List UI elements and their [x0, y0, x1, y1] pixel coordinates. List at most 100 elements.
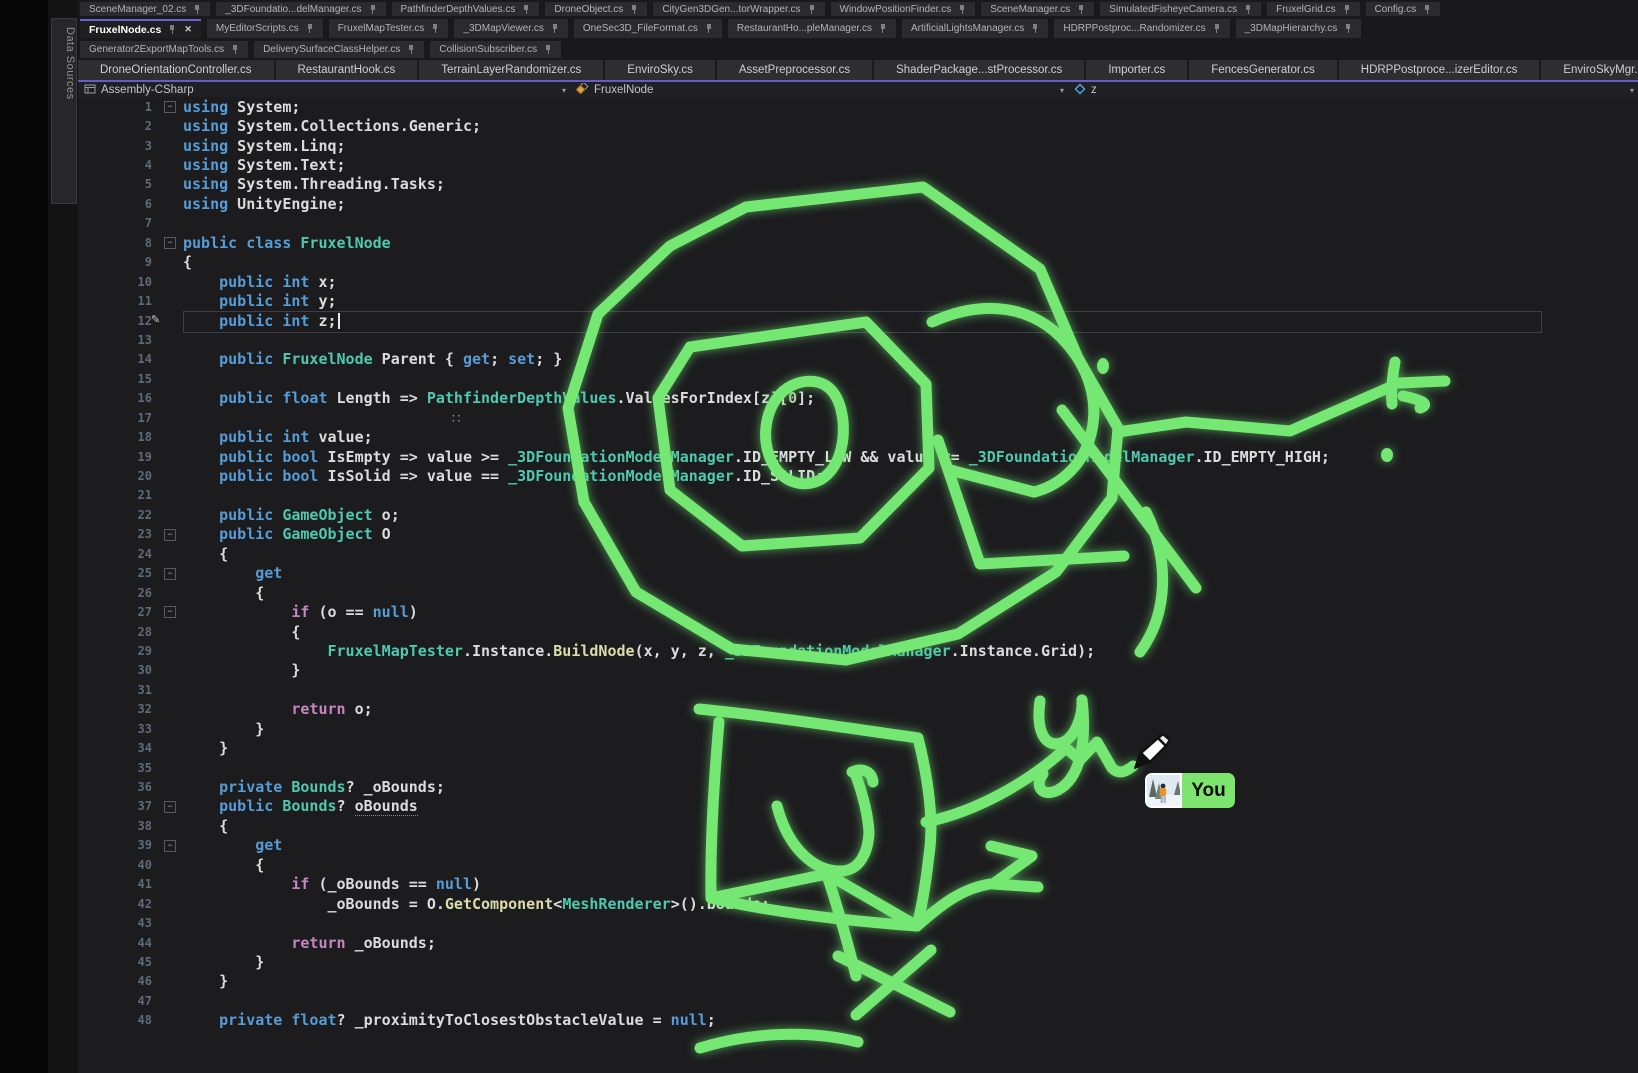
doc-tab-HDRPPostproce...izerEditor.cs[interactable]: HDRPPostproce...izerEditor.cs [1339, 60, 1542, 80]
breadcrumb-project[interactable]: Assembly-CSharp ▾ [78, 82, 570, 98]
tab-FruxelNode.cs[interactable]: FruxelNode.cs✕ [80, 19, 201, 38]
code-line-45[interactable]: 45 } [78, 952, 1638, 971]
pin-icon[interactable] [808, 4, 816, 15]
close-icon[interactable]: ✕ [184, 24, 192, 35]
code-line-40[interactable]: 40 { [78, 855, 1638, 874]
tab-ArtificialLightsManager.cs[interactable]: ArtificialLightsManager.cs [902, 19, 1048, 38]
pin-icon[interactable] [1244, 4, 1252, 15]
tab-SceneManager.cs[interactable]: SceneManager.cs [981, 2, 1094, 16]
doc-tab-EnviroSky.cs[interactable]: EnviroSky.cs [605, 60, 717, 80]
tab-DeliverySurfaceClassHelper.cs[interactable]: DeliverySurfaceClassHelper.cs [254, 41, 424, 58]
pin-icon[interactable] [369, 4, 377, 15]
tab-RestaurantHo...pleManager.cs[interactable]: RestaurantHo...pleManager.cs [728, 19, 896, 38]
tab-Config.cs[interactable]: Config.cs [1366, 2, 1441, 16]
tab-FruxelGrid.cs[interactable]: FruxelGrid.cs [1267, 2, 1359, 16]
code-line-27[interactable]: 27− if (o == null) [78, 602, 1638, 621]
tab-SceneManager_02.cs[interactable]: SceneManager_02.cs [80, 2, 210, 16]
code-line-47[interactable]: 47 [78, 991, 1638, 1010]
doc-tab-Importer.cs[interactable]: Importer.cs [1086, 60, 1189, 80]
code-line-48[interactable]: 48 private float? _proximityToClosestObs… [78, 1011, 1638, 1030]
code-line-24[interactable]: 24 { [78, 544, 1638, 563]
doc-tab-FencesGenerator.cs[interactable]: FencesGenerator.cs [1189, 60, 1339, 80]
chevron-down-icon[interactable]: ▾ [1626, 86, 1638, 95]
code-line-1[interactable]: 1−using System; [78, 97, 1638, 116]
tab-Generator2ExportMapTools.cs[interactable]: Generator2ExportMapTools.cs [80, 41, 248, 58]
pin-icon[interactable] [1077, 4, 1085, 15]
code-line-26[interactable]: 26 { [78, 583, 1638, 602]
code-line-28[interactable]: 28 { [78, 622, 1638, 641]
pin-icon[interactable] [705, 23, 713, 34]
chevron-down-icon[interactable]: ▾ [1056, 86, 1068, 95]
code-line-29[interactable]: 29 FruxelMapTester.Instance.BuildNode(x,… [78, 641, 1638, 660]
code-line-23[interactable]: 23− public GameObject O [78, 525, 1638, 544]
code-line-15[interactable]: 15 [78, 369, 1638, 388]
code-line-10[interactable]: 10 public int x; [78, 272, 1638, 291]
pin-icon[interactable] [1344, 23, 1352, 34]
code-line-7[interactable]: 7 [78, 214, 1638, 233]
pin-icon[interactable] [544, 44, 552, 55]
code-line-2[interactable]: 2using System.Collections.Generic; [78, 116, 1638, 135]
tab-HDRPPostproc...Randomizer.cs[interactable]: HDRPPostproc...Randomizer.cs [1054, 19, 1229, 38]
pin-icon[interactable] [168, 24, 176, 35]
pin-icon[interactable] [1031, 23, 1039, 34]
code-line-6[interactable]: 6using UnityEngine; [78, 194, 1638, 213]
pin-icon[interactable] [407, 44, 415, 55]
code-line-5[interactable]: 5using System.Threading.Tasks; [78, 175, 1638, 194]
code-line-46[interactable]: 46 } [78, 972, 1638, 991]
code-line-35[interactable]: 35 [78, 758, 1638, 777]
pin-icon[interactable] [958, 4, 966, 15]
doc-tab-DroneOrientationController.cs[interactable]: DroneOrientationController.cs [78, 60, 276, 80]
pin-icon[interactable] [306, 23, 314, 34]
breadcrumb-member[interactable]: z ▾ [1068, 82, 1638, 98]
pin-icon[interactable] [1343, 4, 1351, 15]
pin-icon[interactable] [1423, 4, 1431, 15]
doc-tab-EnviroSkyMgr.cs[interactable]: EnviroSkyMgr.cs [1541, 60, 1638, 80]
code-line-8[interactable]: 8−public class FruxelNode [78, 233, 1638, 252]
tab-WindowPositionFinder.cs[interactable]: WindowPositionFinder.cs [831, 2, 976, 16]
doc-tab-TerrainLayerRandomizer.cs[interactable]: TerrainLayerRandomizer.cs [419, 60, 605, 80]
tab-CollisionSubscriber.cs[interactable]: CollisionSubscriber.cs [430, 41, 561, 58]
breadcrumb-type[interactable]: FruxelNode ▾ [570, 82, 1068, 98]
code-line-16[interactable]: 16 public float Length => PathfinderDept… [78, 389, 1638, 408]
fold-collapse-icon[interactable]: − [164, 101, 176, 113]
code-line-20[interactable]: 20 public bool IsSolid => value == _3DFo… [78, 466, 1638, 485]
code-line-42[interactable]: 42 _oBounds = O.GetComponent<MeshRendere… [78, 894, 1638, 913]
doc-tab-RestaurantHook.cs[interactable]: RestaurantHook.cs [276, 60, 420, 80]
pin-icon[interactable] [630, 4, 638, 15]
tab-OneSec3D_FileFormat.cs[interactable]: OneSec3D_FileFormat.cs [574, 19, 722, 38]
fold-collapse-icon[interactable]: − [164, 529, 176, 541]
code-line-19[interactable]: 19 public bool IsEmpty => value >= _3DFo… [78, 447, 1638, 466]
code-line-39[interactable]: 39− get [78, 836, 1638, 855]
code-line-33[interactable]: 33 } [78, 719, 1638, 738]
tab-_3DMapViewer.cs[interactable]: _3DMapViewer.cs [454, 19, 567, 38]
code-line-34[interactable]: 34 } [78, 738, 1638, 757]
fold-collapse-icon[interactable]: − [164, 801, 176, 813]
tab-FruxelMapTester.cs[interactable]: FruxelMapTester.cs [329, 19, 449, 38]
pin-icon[interactable] [1213, 23, 1221, 34]
fold-collapse-icon[interactable]: − [164, 606, 176, 618]
code-line-36[interactable]: 36 private Bounds? _oBounds; [78, 777, 1638, 796]
tab-_3DFoundatio...delManager.cs[interactable]: _3DFoundatio...delManager.cs [216, 2, 385, 16]
code-line-9[interactable]: 9{ [78, 253, 1638, 272]
code-line-37[interactable]: 37− public Bounds? oBounds [78, 797, 1638, 816]
code-line-11[interactable]: 11 public int y; [78, 291, 1638, 310]
code-line-41[interactable]: 41 if (_oBounds == null) [78, 875, 1638, 894]
tab-_3DMapHierarchy.cs[interactable]: _3DMapHierarchy.cs [1236, 19, 1362, 38]
tab-CityGen3DGen...torWrapper.cs[interactable]: CityGen3DGen...torWrapper.cs [653, 2, 824, 16]
doc-tab-AssetPreprocessor.cs[interactable]: AssetPreprocessor.cs [717, 60, 874, 80]
pin-icon[interactable] [231, 44, 239, 55]
tab-MyEditorScripts.cs[interactable]: MyEditorScripts.cs [207, 19, 323, 38]
code-line-21[interactable]: 21 [78, 486, 1638, 505]
chevron-down-icon[interactable]: ▾ [558, 86, 570, 95]
code-line-22[interactable]: 22 public GameObject o; [78, 505, 1638, 524]
code-line-3[interactable]: 3using System.Linq; [78, 136, 1638, 155]
pin-icon[interactable] [551, 23, 559, 34]
code-line-44[interactable]: 44 return _oBounds; [78, 933, 1638, 952]
code-line-14[interactable]: 14 public FruxelNode Parent { get; set; … [78, 350, 1638, 369]
code-line-18[interactable]: 18 public int value; [78, 427, 1638, 446]
pin-icon[interactable] [431, 23, 439, 34]
doc-tab-ShaderPackage...stProcessor.cs[interactable]: ShaderPackage...stProcessor.cs [874, 60, 1086, 80]
tab-SimulatedFisheyeCamera.cs[interactable]: SimulatedFisheyeCamera.cs [1100, 2, 1261, 16]
pin-icon[interactable] [522, 4, 530, 15]
code-line-17[interactable]: 17 [78, 408, 1638, 427]
